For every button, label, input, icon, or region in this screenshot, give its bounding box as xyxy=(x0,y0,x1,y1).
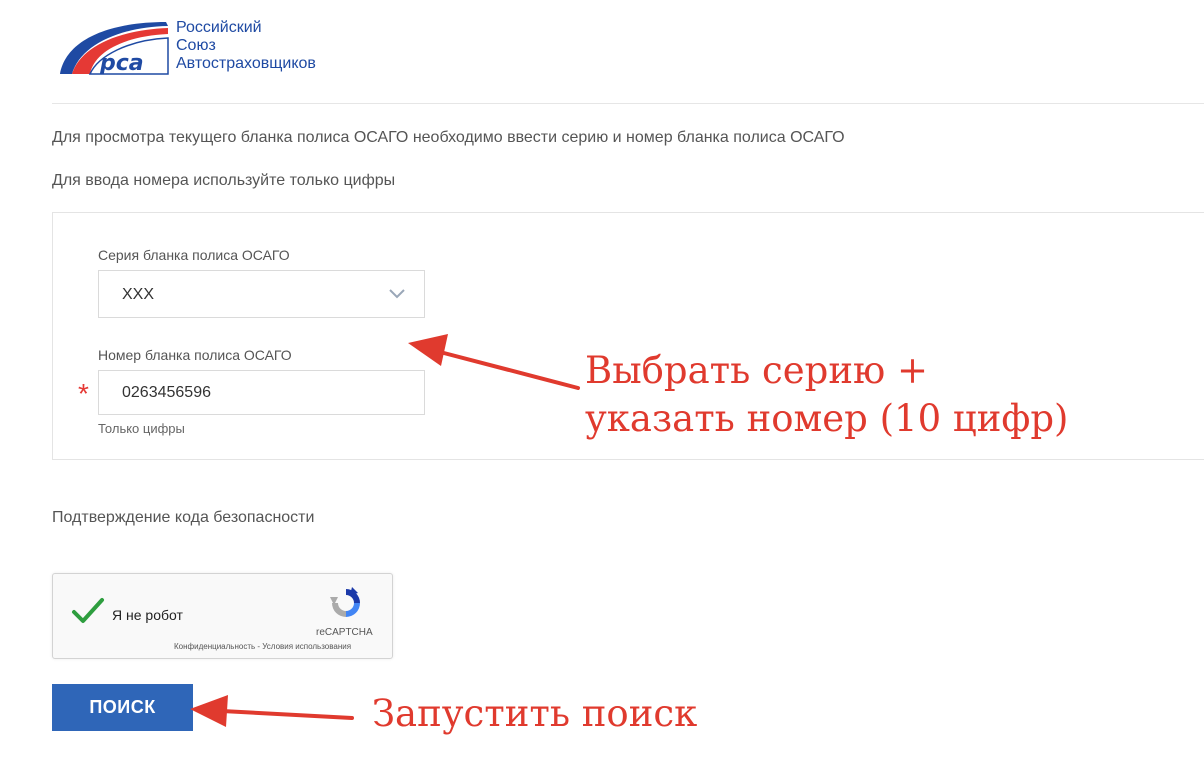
recaptcha-label: Я не робот xyxy=(112,607,183,623)
annotation-select-series: Выбрать серию + указать номер (10 цифр) xyxy=(585,347,1068,443)
checkmark-icon[interactable] xyxy=(71,596,105,626)
info-text-2: Для ввода номера используйте только цифр… xyxy=(52,172,396,189)
series-selected-value: ХХХ xyxy=(122,286,155,303)
security-label: Подтверждение кода безопасности xyxy=(52,509,315,526)
annotation-line-1: Выбрать серию + xyxy=(585,349,928,392)
info-text-1: Для просмотра текущего бланка полиса ОСА… xyxy=(52,129,845,146)
chevron-down-icon xyxy=(389,289,405,299)
recaptcha-logo-icon xyxy=(330,587,360,617)
number-label: Номер бланка полиса ОСАГО xyxy=(98,347,292,363)
logo-text: Российский Союз Автостраховщиков xyxy=(176,19,316,73)
series-select[interactable]: ХХХ xyxy=(98,270,425,318)
header-divider xyxy=(52,103,1204,104)
annotation-start-search: Запустить поиск xyxy=(372,692,698,735)
search-button[interactable]: ПОИСК xyxy=(52,684,193,731)
logo-line-3: Автостраховщиков xyxy=(176,55,316,72)
policy-number-value: 0263456596 xyxy=(122,384,211,401)
logo-line-2: Союз xyxy=(176,37,216,54)
recaptcha-links[interactable]: Конфиденциальность - Условия использован… xyxy=(174,642,351,651)
policy-number-input[interactable]: 0263456596 xyxy=(98,370,425,415)
required-mark: * xyxy=(78,378,89,409)
recaptcha-brand: reCAPTCHA xyxy=(316,627,373,638)
number-hint: Только цифры xyxy=(98,421,185,436)
logo-mark-text: рса xyxy=(99,51,144,76)
logo-line-1: Российский xyxy=(176,19,262,36)
annotation-line-2: указать номер (10 цифр) xyxy=(585,397,1069,440)
arrow-to-search-button-icon xyxy=(190,695,354,727)
recaptcha-widget[interactable]: Я не робот reCAPTCHA Конфиденциальность … xyxy=(52,573,393,659)
series-label: Серия бланка полиса ОСАГО xyxy=(98,247,290,263)
